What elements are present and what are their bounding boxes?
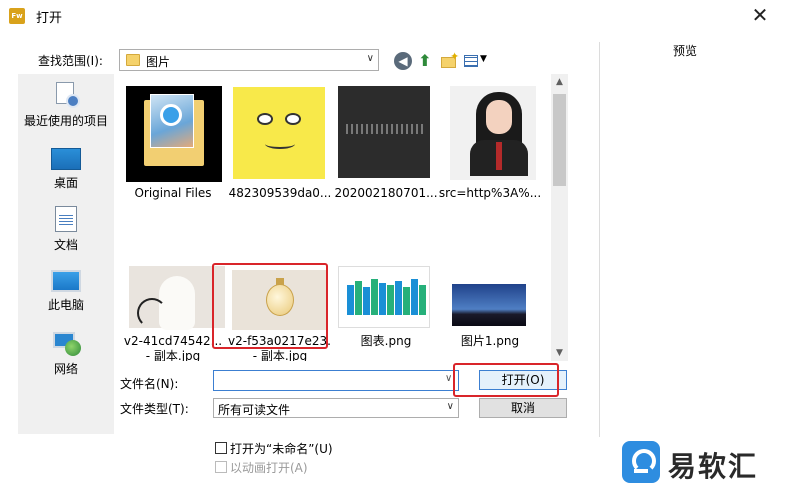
thumbnail-bar bbox=[363, 287, 370, 315]
window-title: 打开 bbox=[36, 11, 63, 26]
open-as-untitled-label: 打开为“未命名”(U) bbox=[230, 442, 333, 456]
thumbnail-bar bbox=[347, 285, 354, 315]
sidebar-item-label: 桌面 bbox=[53, 176, 78, 190]
filetype-dropdown[interactable]: 所有可读文件 ∨ bbox=[213, 398, 459, 418]
thumbnail-bar bbox=[411, 279, 418, 315]
open-button[interactable]: 打开(O) bbox=[479, 370, 567, 390]
view-menu-icon[interactable]: ▼ bbox=[464, 52, 490, 70]
image-thumbnail bbox=[452, 284, 526, 326]
thumbnail-bar bbox=[395, 281, 402, 315]
file-name-line2: - 副本.jpg bbox=[252, 349, 308, 361]
lookin-dropdown[interactable]: 图片 ∨ bbox=[119, 49, 379, 71]
thumbnail-bar bbox=[419, 285, 426, 315]
file-name: v2-41cd74542... bbox=[123, 334, 223, 348]
image-thumbnail bbox=[232, 270, 328, 330]
chevron-down-icon: ∨ bbox=[366, 53, 374, 64]
sidebar-item-this-pc[interactable]: 此电脑 bbox=[18, 270, 114, 313]
folder-icon bbox=[126, 86, 222, 182]
computer-icon bbox=[51, 270, 81, 292]
preview-divider bbox=[599, 42, 600, 437]
lookin-value: 图片 bbox=[146, 55, 171, 69]
sidebar-item-desktop[interactable]: 桌面 bbox=[18, 148, 114, 191]
open-as-animation-checkbox bbox=[215, 461, 227, 473]
scrollbar-thumb[interactable] bbox=[553, 94, 566, 186]
file-name: v2-f53a0217e23... bbox=[228, 334, 332, 348]
documents-icon bbox=[55, 206, 77, 232]
sidebar-item-label: 最近使用的项目 bbox=[23, 114, 108, 128]
open-as-animation-label: 以动画打开(A) bbox=[230, 461, 308, 475]
filetype-label: 文件类型(T): bbox=[120, 402, 189, 416]
network-icon bbox=[51, 330, 81, 356]
filename-label: 文件名(N): bbox=[120, 377, 179, 391]
file-list[interactable]: Original Files 482309539da0... 202002180… bbox=[120, 74, 568, 361]
file-name: Original Files bbox=[134, 186, 212, 200]
sidebar-item-label: 此电脑 bbox=[47, 298, 84, 312]
lookin-label: 查找范围(I): bbox=[38, 54, 103, 68]
fireworks-app-icon: Fw bbox=[9, 8, 25, 24]
back-icon[interactable]: ◀ bbox=[394, 52, 412, 70]
file-name: src=http%3A%... bbox=[438, 186, 542, 200]
thumbnail-bar bbox=[371, 279, 378, 315]
sidebar-item-recent[interactable]: 最近使用的项目 bbox=[18, 82, 114, 129]
file-name: 202002180701... bbox=[334, 186, 438, 200]
filetype-value: 所有可读文件 bbox=[218, 403, 291, 417]
cancel-button[interactable]: 取消 bbox=[479, 398, 567, 418]
recent-items-icon bbox=[52, 82, 80, 108]
thumbnail-bar bbox=[387, 285, 394, 315]
image-thumbnail bbox=[338, 266, 430, 328]
image-thumbnail bbox=[450, 86, 536, 180]
chevron-down-icon: ∨ bbox=[446, 401, 454, 412]
folder-icon bbox=[126, 54, 140, 66]
thumbnail-bar bbox=[379, 283, 386, 315]
file-name-line2: - 副本.jpg bbox=[145, 349, 201, 361]
watermark-text: 易软汇 bbox=[668, 450, 759, 483]
thumbnail-bar bbox=[403, 287, 410, 315]
close-button[interactable]: ✕ bbox=[745, 4, 775, 28]
sidebar-item-label: 文档 bbox=[53, 238, 78, 252]
file-name: 482309539da0... bbox=[228, 186, 332, 200]
image-thumbnail bbox=[129, 266, 225, 330]
brand-logo-icon bbox=[622, 441, 660, 483]
watermark: 易软汇 bbox=[612, 435, 785, 491]
sidebar-item-documents[interactable]: 文档 bbox=[18, 206, 114, 253]
scroll-down-icon[interactable]: ▼ bbox=[551, 345, 568, 361]
up-folder-icon[interactable]: ⬆ bbox=[416, 52, 434, 70]
image-thumbnail bbox=[338, 86, 430, 178]
file-list-scrollbar[interactable]: ▲ ▼ bbox=[551, 74, 568, 361]
places-sidebar: 最近使用的项目 桌面 文档 此电脑 网络 bbox=[18, 74, 114, 434]
preview-label: 预览 bbox=[673, 44, 698, 58]
thumbnail-bar bbox=[355, 281, 362, 315]
open-as-untitled-checkbox[interactable] bbox=[215, 442, 227, 454]
scroll-up-icon[interactable]: ▲ bbox=[551, 74, 568, 90]
sidebar-item-label: 网络 bbox=[53, 362, 78, 376]
chevron-down-icon[interactable]: ∨ bbox=[445, 373, 452, 384]
file-name: 图片1.png bbox=[460, 334, 520, 348]
new-folder-icon[interactable]: ✦ bbox=[440, 50, 459, 70]
file-name: 图表.png bbox=[360, 334, 412, 348]
title-bar: Fw 打开 ✕ bbox=[0, 0, 785, 32]
image-thumbnail bbox=[233, 87, 325, 179]
sidebar-item-network[interactable]: 网络 bbox=[18, 330, 114, 377]
desktop-icon bbox=[51, 148, 81, 170]
filename-input[interactable] bbox=[213, 370, 459, 391]
